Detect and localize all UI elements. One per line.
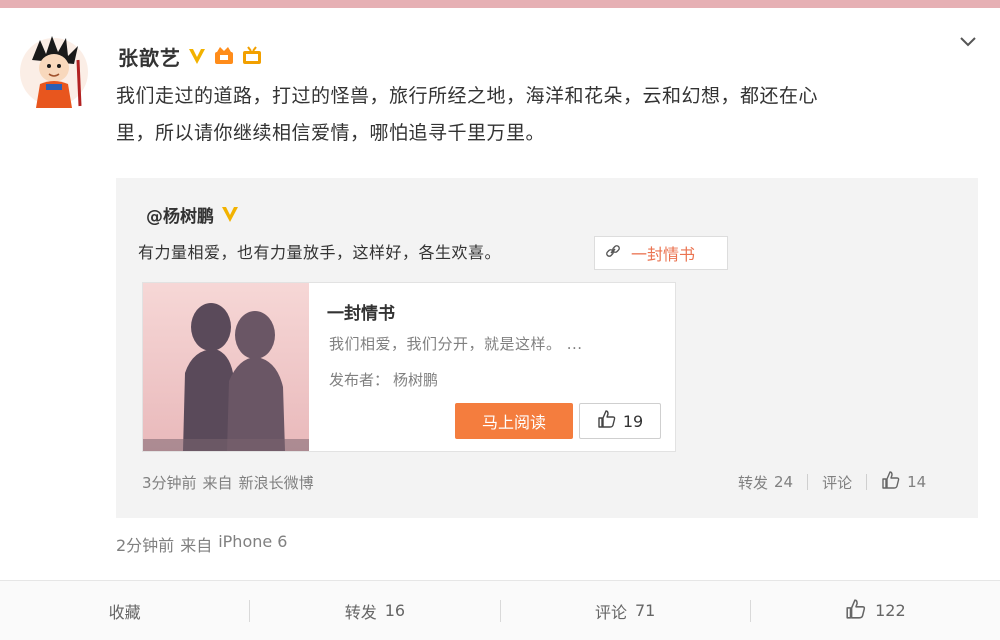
post-action-bar: 收藏 转发 16 评论 71 122 — [0, 580, 1000, 640]
article-title: 一封情书 — [327, 304, 395, 324]
link-icon — [605, 243, 621, 263]
article-thumbnail — [143, 283, 309, 451]
repost-actions: 转发 24 评论 14 — [724, 470, 940, 494]
post-menu-button[interactable] — [952, 30, 984, 54]
article-publisher: 发布者： 杨树鹏 — [329, 369, 438, 390]
repost-comment-button[interactable]: 评论 — [808, 472, 866, 493]
article-like-count: 19 — [622, 411, 644, 431]
thumbs-up-icon — [881, 470, 901, 494]
post-source-prefix: 来自 — [180, 536, 213, 555]
thumbs-up-icon — [845, 598, 867, 624]
repost-source-prefix: 来自 — [202, 474, 233, 492]
publisher-label: 发布者： — [329, 371, 390, 389]
repost-text: 有力量相爱，也有力量放手，这样好，各生欢喜。 — [138, 243, 502, 262]
reposted-content: @杨树鹏 有力量相爱，也有力量放手，这样好，各生欢喜。 一封情书 一封情书 我们… — [116, 178, 978, 518]
repost-meta: 3分钟前 来自 新浪长微博 — [142, 472, 314, 493]
repost-comment-label: 评论 — [822, 473, 853, 492]
comment-count: 71 — [634, 601, 656, 620]
read-now-button[interactable]: 马上阅读 — [455, 403, 573, 439]
repost-time[interactable]: 3分钟前 — [142, 472, 197, 493]
repost-source[interactable]: 新浪长微博 — [239, 472, 314, 493]
repost-forward-button[interactable]: 转发 24 — [724, 472, 807, 493]
chevron-down-icon — [960, 37, 976, 47]
tv-icon[interactable] — [241, 46, 263, 66]
like-count: 122 — [875, 601, 906, 620]
repost-author: @杨树鹏 — [146, 202, 240, 227]
post-text: 我们走过的道路，打过的怪兽，旅行所经之地，海洋和花朵，云和幻想，都还在心 里，所… — [116, 78, 976, 152]
member-crown-icon[interactable] — [213, 46, 235, 66]
comment-button[interactable]: 评论 71 — [501, 581, 750, 640]
topic-tag-link[interactable]: 一封情书 — [594, 236, 728, 270]
post-header: 张歆艺 — [118, 42, 263, 70]
like-button[interactable]: 122 — [751, 581, 1000, 640]
avatar[interactable] — [18, 30, 90, 110]
comment-label: 评论 — [594, 602, 627, 622]
forward-count: 16 — [384, 601, 406, 620]
verified-v-icon — [187, 46, 207, 66]
favorite-label: 收藏 — [108, 602, 141, 622]
topic-tag-label: 一封情书 — [631, 245, 696, 264]
publisher-name: 杨树鹏 — [393, 371, 439, 389]
top-border-strip — [0, 0, 1000, 8]
repost-forward-count: 24 — [774, 473, 794, 491]
weibo-post-card: 张歆艺 我们走过的道路，打过的怪兽，旅行所经之地，海洋和花朵，云和幻想，都还在心… — [0, 8, 1000, 640]
forward-label: 转发 — [344, 602, 377, 622]
article-summary: 我们相爱，我们分开，就是这样。 ... — [329, 335, 583, 353]
favorite-button[interactable]: 收藏 — [0, 581, 249, 640]
article-card[interactable]: 一封情书 我们相爱，我们分开，就是这样。 ... 发布者： 杨树鹏 马上阅读 1… — [142, 282, 676, 452]
post-source[interactable]: iPhone 6 — [218, 532, 287, 556]
author-name[interactable]: 张歆艺 — [118, 42, 181, 71]
thumbs-up-icon — [597, 409, 617, 433]
repost-forward-label: 转发 — [738, 473, 769, 492]
post-meta: 2分钟前 来自 iPhone 6 — [116, 532, 287, 556]
forward-button[interactable]: 转发 16 — [250, 581, 499, 640]
repost-like-button[interactable]: 14 — [867, 470, 940, 494]
post-text-line: 里，所以请你继续相信爱情，哪怕追寻千里万里。 — [116, 122, 546, 144]
post-time[interactable]: 2分钟前 — [116, 532, 174, 556]
repost-like-count: 14 — [907, 473, 927, 491]
post-text-line: 我们走过的道路，打过的怪兽，旅行所经之地，海洋和花朵，云和幻想，都还在心 — [116, 85, 819, 107]
article-like-button[interactable]: 19 — [579, 403, 661, 439]
repost-author-name[interactable]: @杨树鹏 — [146, 202, 214, 227]
verified-v-icon — [220, 204, 240, 224]
